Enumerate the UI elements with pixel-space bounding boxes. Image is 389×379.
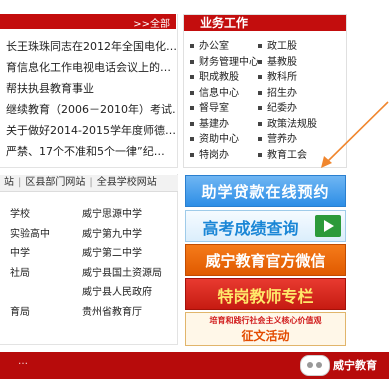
wechat-banner-text: 威宁教育官方微信 xyxy=(205,252,326,270)
news-item[interactable]: 关于做好2014-2015学年度师德… xyxy=(6,120,176,141)
watermark-text: 威宁教育 xyxy=(333,359,377,372)
site-link[interactable]: 威宁第二中学 xyxy=(82,244,178,264)
bullet-icon xyxy=(190,44,194,48)
tab-school-sites[interactable]: 全县学校网站 xyxy=(93,175,161,191)
tab-district-sites[interactable]: 区县部门网站 xyxy=(21,175,89,191)
business-link[interactable]: 职成教股 xyxy=(190,70,258,86)
site-link[interactable]: 育局 xyxy=(10,303,82,323)
news-item[interactable]: 育信息化工作电视电话会议上的… xyxy=(6,57,176,78)
site-link[interactable]: 社局 xyxy=(10,264,82,284)
tab-partial[interactable]: 站 xyxy=(0,175,18,191)
links-tab-bar: 站 | 区县部门网站 | 全县学校网站 xyxy=(0,175,178,192)
business-link[interactable]: 特岗办 xyxy=(190,148,258,164)
exam-score-banner-text: 高考成绩查询 xyxy=(202,219,299,238)
news-item[interactable]: 长王珠珠同志在2012年全国电化… xyxy=(6,36,176,57)
site-link[interactable]: 威宁县人民政府 xyxy=(82,283,178,303)
business-link[interactable]: 教科所 xyxy=(258,70,338,86)
site-link[interactable] xyxy=(10,283,82,303)
business-link[interactable]: 招生办 xyxy=(258,86,338,102)
bullet-icon xyxy=(258,137,262,141)
bullet-icon xyxy=(190,152,194,157)
bullet-icon xyxy=(258,75,262,79)
bullet-icon xyxy=(190,75,194,79)
site-link[interactable]: 威宁第九中学 xyxy=(82,225,178,245)
business-header-bar: 业务工作 xyxy=(184,15,346,31)
bullet-icon xyxy=(258,106,262,110)
news-item[interactable]: 帮扶执县教育事业 xyxy=(6,78,176,99)
play-icon xyxy=(315,215,341,237)
business-link[interactable]: 信息中心 xyxy=(190,86,258,102)
site-link[interactable]: 实验高中 xyxy=(10,225,82,245)
special-teacher-banner-text: 特岗教师专栏 xyxy=(217,287,314,306)
bottom-bar-text: … xyxy=(18,356,28,367)
news-list: 长王珠珠同志在2012年全国电化… 育信息化工作电视电话会议上的… 帮扶执县教育… xyxy=(6,36,176,162)
essay-contest-title: 征文活动 xyxy=(241,329,290,343)
bullet-icon xyxy=(190,137,194,141)
business-link[interactable]: 资助中心 xyxy=(190,132,258,148)
business-link[interactable]: 基教股 xyxy=(258,55,338,71)
news-item[interactable]: 严禁、17个不准和5个一律”纪… xyxy=(6,141,176,162)
site-link[interactable]: 贵州省教育厅 xyxy=(82,303,178,323)
essay-contest-banner[interactable]: 培育和践行社会主义核心价值观 征文活动 xyxy=(185,312,346,346)
business-link[interactable]: 财务管理中心 xyxy=(190,55,259,71)
student-loan-banner[interactable]: 助学贷款在线预约 xyxy=(185,175,346,207)
bullet-icon xyxy=(258,44,262,48)
site-link[interactable]: 学校 xyxy=(10,205,82,225)
bullet-icon xyxy=(190,121,194,126)
bullet-icon xyxy=(258,121,262,126)
wechat-logo-icon xyxy=(300,355,330,376)
bullet-icon xyxy=(258,59,262,64)
news-header-bar: >>全部 xyxy=(0,14,176,30)
business-link[interactable]: 基建办 xyxy=(190,117,258,133)
business-link[interactable]: 督导室 xyxy=(190,101,258,117)
bullet-icon xyxy=(258,152,262,157)
site-link[interactable]: 中学 xyxy=(10,244,82,264)
site-links-grid: 学校 威宁思源中学 实验高中 威宁第九中学 中学 威宁第二中学 社局 威宁县国土… xyxy=(10,205,178,322)
site-link[interactable]: 威宁思源中学 xyxy=(82,205,178,225)
business-link[interactable]: 办公室 xyxy=(190,39,258,55)
special-teacher-banner[interactable]: 特岗教师专栏 xyxy=(185,278,346,310)
business-title: 业务工作 xyxy=(200,16,249,30)
exam-score-banner[interactable]: 高考成绩查询 xyxy=(185,210,346,242)
news-more-link[interactable]: >>全部 xyxy=(133,15,170,30)
bullet-icon xyxy=(190,106,194,110)
bullet-icon xyxy=(258,90,262,95)
annotation-arrow-icon xyxy=(321,101,389,168)
site-link[interactable]: 威宁县国土资源局 xyxy=(82,264,178,284)
bullet-icon xyxy=(190,90,194,95)
wechat-banner[interactable]: 威宁教育官方微信 xyxy=(185,244,346,276)
bullet-icon xyxy=(190,59,194,64)
news-item[interactable]: 继续教育（2006－2010年）考试… xyxy=(6,99,176,120)
bottom-bar: … xyxy=(0,352,389,379)
essay-contest-subtitle: 培育和践行社会主义核心价值观 xyxy=(209,316,322,325)
student-loan-banner-text: 助学贷款在线预约 xyxy=(201,183,330,201)
business-link[interactable]: 政工股 xyxy=(258,39,338,55)
